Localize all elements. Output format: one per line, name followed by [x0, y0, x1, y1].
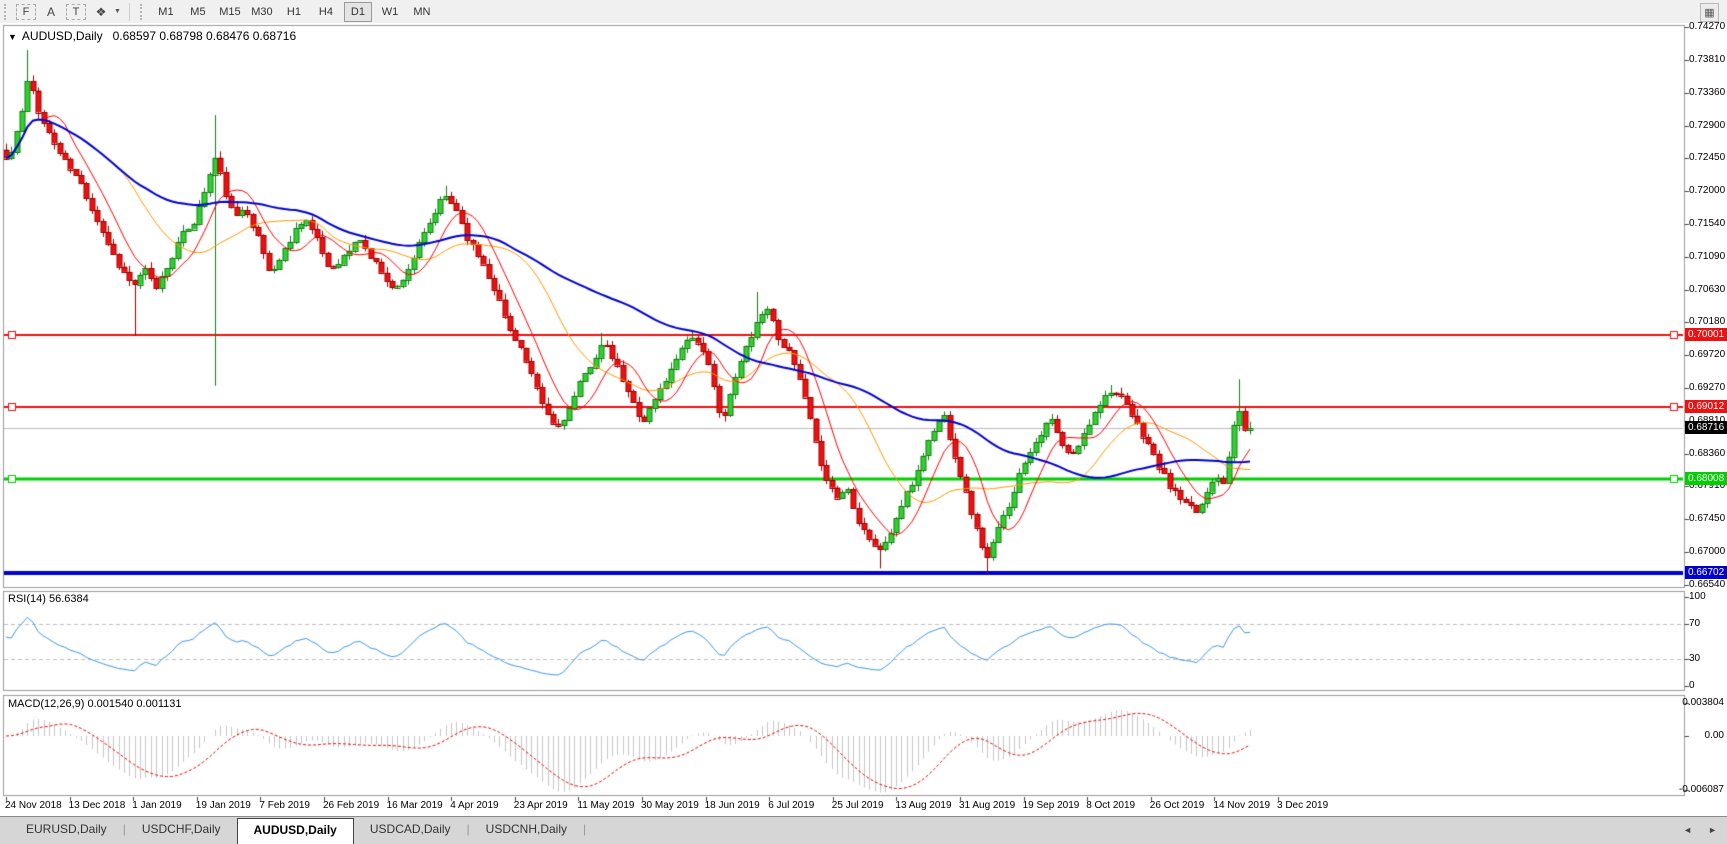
timeframe-h4-button[interactable]: H4	[312, 2, 340, 22]
tab-scroll-controls: ◄ ►	[1683, 825, 1717, 835]
chart-tab-usdcnh[interactable]: USDCNH,Daily	[470, 819, 583, 843]
rsi-tick: 100	[1689, 591, 1706, 602]
date-label: 13 Dec 2018	[68, 800, 126, 811]
date-label: 31 Aug 2019	[959, 800, 1016, 811]
trading-platform-window: F A T ❖ ▼ M1 M5 M15 M30 H1 H4 D1 W1 MN ▦ ▼ AUDUSD,Da…	[0, 0, 1727, 844]
price-tick: 0.68360	[1689, 447, 1726, 459]
arrows-dropdown-caret[interactable]: ▼	[114, 8, 121, 15]
date-label: 26 Oct 2019	[1149, 800, 1205, 811]
toolbar: F A T ❖ ▼ M1 M5 M15 M30 H1 H4 D1 W1 MN ▦	[0, 0, 1727, 24]
chart-tab-usdchf[interactable]: USDCHF,Daily	[126, 819, 237, 843]
macd-indicator-label: MACD(12,26,9) 0.001540 0.001131	[8, 698, 182, 710]
date-label: 24 Nov 2018	[5, 800, 62, 811]
price-tick: 0.74270	[1689, 21, 1726, 32]
timeframe-m30-button[interactable]: M30	[248, 2, 276, 22]
chart-tab-eurusd[interactable]: EURUSD,Daily	[10, 819, 123, 843]
date-label: 11 May 2019	[577, 800, 635, 811]
macd-tick: 0.003804	[1682, 696, 1724, 708]
date-label: 3 Dec 2019	[1277, 800, 1329, 811]
support-line-2-price-label: 0.66702	[1685, 566, 1727, 580]
date-label: 19 Jan 2019	[195, 800, 251, 811]
label-tool-icon[interactable]: T	[66, 3, 86, 20]
price-tick: 0.67450	[1689, 513, 1726, 525]
toolbar-separator	[128, 2, 130, 21]
resistance-line-2-price-label: 0.69012	[1685, 399, 1727, 413]
support-line-1-price-label: 0.68008	[1685, 472, 1727, 486]
date-label: 7 Feb 2019	[259, 800, 310, 811]
date-label: 23 Apr 2019	[513, 800, 568, 811]
price-tick: 0.73810	[1689, 54, 1726, 66]
rsi-indicator-label: RSI(14) 56.6384	[8, 593, 89, 605]
date-label: 26 Feb 2019	[323, 800, 380, 811]
date-label: 30 May 2019	[641, 800, 699, 811]
date-label: 16 Mar 2019	[386, 800, 443, 811]
chart-canvas[interactable]	[0, 23, 1727, 816]
timeframe-m15-button[interactable]: M15	[216, 2, 244, 22]
chart-title: ▼ AUDUSD,Daily 0.68597 0.68798 0.68476 0.6…	[8, 29, 296, 43]
chart-tabs: EURUSD,Daily | USDCHF,Daily AUDUSD,Daily USD…	[0, 817, 586, 844]
resistance-line-1-price-label: 0.70001	[1685, 328, 1727, 342]
toolbar-grip[interactable]	[4, 3, 11, 20]
price-tick: 0.67000	[1689, 545, 1726, 557]
price-tick: 0.70630	[1689, 283, 1726, 295]
timeframe-m1-button[interactable]: M1	[152, 2, 180, 22]
chart-collapse-icon[interactable]: ▼	[8, 32, 17, 42]
date-label: 8 Oct 2019	[1086, 800, 1136, 811]
chart-tab-bar: EURUSD,Daily | USDCHF,Daily AUDUSD,Daily USD…	[0, 816, 1727, 844]
price-tick: 0.71090	[1689, 250, 1726, 262]
tab-scroll-left-icon[interactable]: ◄	[1683, 825, 1692, 835]
date-label: 6 Jul 2019	[768, 800, 815, 811]
price-tick: 0.72450	[1689, 152, 1726, 164]
chart-tab-audusd[interactable]: AUDUSD,Daily	[236, 818, 354, 844]
price-tick: 0.66540	[1689, 579, 1726, 590]
tab-scroll-right-icon[interactable]: ►	[1708, 825, 1717, 835]
ohlc-readout: 0.68597 0.68798 0.68476 0.68716	[112, 29, 297, 43]
timeframe-d1-button[interactable]: D1	[343, 1, 372, 22]
rsi-tick: 70	[1689, 617, 1701, 629]
price-tick: 0.70180	[1689, 316, 1726, 328]
date-label: 19 Sep 2019	[1022, 800, 1080, 811]
price-tick: 0.71540	[1689, 218, 1726, 230]
fibonacci-tool-icon[interactable]: F	[16, 3, 36, 20]
date-label: 18 Jun 2019	[704, 800, 760, 811]
arrows-tool-icon[interactable]: ❖	[90, 3, 112, 21]
price-tick: 0.73360	[1689, 86, 1726, 98]
price-tick: 0.69270	[1689, 381, 1726, 393]
price-tick: 0.72900	[1689, 119, 1726, 131]
chart-tab-usdcad[interactable]: USDCAD,Daily	[354, 819, 467, 843]
price-tick: 0.69720	[1689, 349, 1726, 361]
timeframe-buttons-group: M1 M5 M15 M30 H1 H4 D1 W1 MN	[152, 1, 436, 22]
chart-symbol-title: AUDUSD,Daily	[21, 29, 103, 43]
drawing-tools-group: F A T ❖	[16, 3, 112, 21]
date-label: 1 Jan 2019	[132, 800, 182, 811]
toolbar-grip[interactable]	[139, 3, 147, 20]
macd-tick: -0.006087	[1678, 783, 1724, 795]
date-label: 25 Jul 2019	[831, 800, 884, 811]
date-label: 13 Aug 2019	[895, 800, 952, 811]
timeframe-w1-button[interactable]: W1	[376, 2, 404, 22]
timeframe-h1-button[interactable]: H1	[280, 2, 308, 22]
date-label: 14 Nov 2019	[1213, 800, 1271, 811]
rsi-tick: 0	[1689, 680, 1695, 691]
date-label: 4 Apr 2019	[450, 800, 499, 811]
rsi-tick: 30	[1689, 653, 1701, 665]
current-price-line-price-label: 0.68716	[1685, 420, 1727, 434]
timeframe-mn-button[interactable]: MN	[408, 2, 436, 22]
toolbar-right-icon[interactable]: ▦	[1700, 3, 1719, 22]
timeframe-m5-button[interactable]: M5	[184, 2, 212, 22]
text-tool-icon[interactable]: A	[40, 3, 62, 21]
price-tick: 0.72000	[1689, 184, 1726, 196]
tab-separator: |	[583, 822, 587, 836]
macd-tick: 0.00	[1704, 730, 1724, 741]
